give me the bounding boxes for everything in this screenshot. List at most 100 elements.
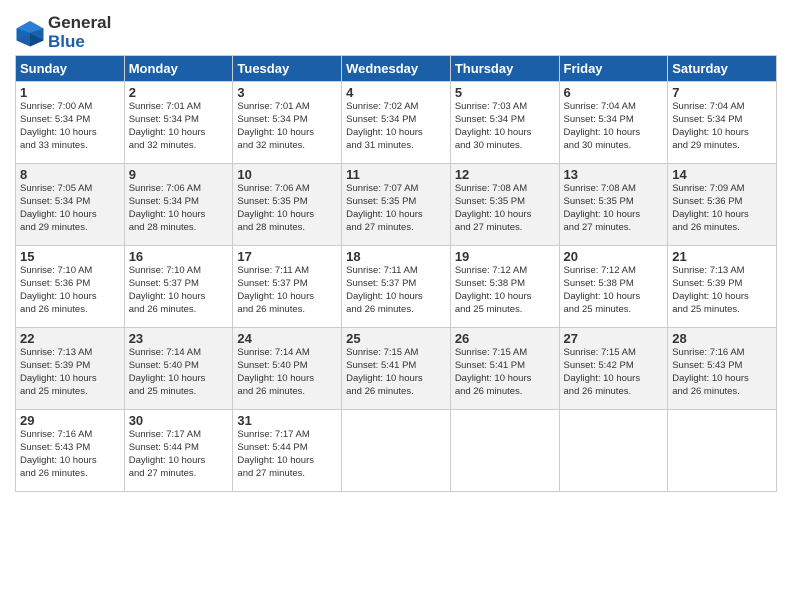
calendar-cell: 17Sunrise: 7:11 AMSunset: 5:37 PMDayligh… <box>233 246 342 328</box>
calendar-cell: 3Sunrise: 7:01 AMSunset: 5:34 PMDaylight… <box>233 82 342 164</box>
calendar-week-row: 22Sunrise: 7:13 AMSunset: 5:39 PMDayligh… <box>16 328 777 410</box>
calendar-cell: 1Sunrise: 7:00 AMSunset: 5:34 PMDaylight… <box>16 82 125 164</box>
calendar-cell: 9Sunrise: 7:06 AMSunset: 5:34 PMDaylight… <box>124 164 233 246</box>
cell-content: Sunrise: 7:06 AMSunset: 5:35 PMDaylight:… <box>237 183 337 234</box>
calendar-cell: 13Sunrise: 7:08 AMSunset: 5:35 PMDayligh… <box>559 164 668 246</box>
weekday-header: Friday <box>559 56 668 82</box>
weekday-header: Saturday <box>668 56 777 82</box>
cell-content: Sunrise: 7:12 AMSunset: 5:38 PMDaylight:… <box>564 265 664 316</box>
calendar-cell: 31Sunrise: 7:17 AMSunset: 5:44 PMDayligh… <box>233 410 342 492</box>
day-number: 2 <box>129 85 229 100</box>
day-number: 9 <box>129 167 229 182</box>
cell-content: Sunrise: 7:02 AMSunset: 5:34 PMDaylight:… <box>346 101 446 152</box>
day-number: 23 <box>129 331 229 346</box>
day-number: 16 <box>129 249 229 264</box>
calendar-cell: 16Sunrise: 7:10 AMSunset: 5:37 PMDayligh… <box>124 246 233 328</box>
calendar-week-row: 1Sunrise: 7:00 AMSunset: 5:34 PMDaylight… <box>16 82 777 164</box>
logo: General Blue <box>15 14 111 51</box>
calendar-cell: 25Sunrise: 7:15 AMSunset: 5:41 PMDayligh… <box>342 328 451 410</box>
weekday-header: Tuesday <box>233 56 342 82</box>
day-number: 19 <box>455 249 555 264</box>
day-number: 8 <box>20 167 120 182</box>
cell-content: Sunrise: 7:15 AMSunset: 5:41 PMDaylight:… <box>346 347 446 398</box>
cell-content: Sunrise: 7:14 AMSunset: 5:40 PMDaylight:… <box>129 347 229 398</box>
calendar-cell <box>668 410 777 492</box>
cell-content: Sunrise: 7:04 AMSunset: 5:34 PMDaylight:… <box>672 101 772 152</box>
calendar-cell: 22Sunrise: 7:13 AMSunset: 5:39 PMDayligh… <box>16 328 125 410</box>
weekday-header: Sunday <box>16 56 125 82</box>
logo-icon <box>15 18 45 48</box>
cell-content: Sunrise: 7:14 AMSunset: 5:40 PMDaylight:… <box>237 347 337 398</box>
calendar-cell: 21Sunrise: 7:13 AMSunset: 5:39 PMDayligh… <box>668 246 777 328</box>
calendar-cell: 27Sunrise: 7:15 AMSunset: 5:42 PMDayligh… <box>559 328 668 410</box>
cell-content: Sunrise: 7:15 AMSunset: 5:41 PMDaylight:… <box>455 347 555 398</box>
calendar-table: SundayMondayTuesdayWednesdayThursdayFrid… <box>15 55 777 492</box>
day-number: 20 <box>564 249 664 264</box>
cell-content: Sunrise: 7:07 AMSunset: 5:35 PMDaylight:… <box>346 183 446 234</box>
day-number: 27 <box>564 331 664 346</box>
calendar-cell: 8Sunrise: 7:05 AMSunset: 5:34 PMDaylight… <box>16 164 125 246</box>
calendar-cell: 18Sunrise: 7:11 AMSunset: 5:37 PMDayligh… <box>342 246 451 328</box>
cell-content: Sunrise: 7:10 AMSunset: 5:37 PMDaylight:… <box>129 265 229 316</box>
calendar-cell: 11Sunrise: 7:07 AMSunset: 5:35 PMDayligh… <box>342 164 451 246</box>
weekday-header: Monday <box>124 56 233 82</box>
calendar-week-row: 29Sunrise: 7:16 AMSunset: 5:43 PMDayligh… <box>16 410 777 492</box>
cell-content: Sunrise: 7:01 AMSunset: 5:34 PMDaylight:… <box>237 101 337 152</box>
cell-content: Sunrise: 7:16 AMSunset: 5:43 PMDaylight:… <box>20 429 120 480</box>
cell-content: Sunrise: 7:09 AMSunset: 5:36 PMDaylight:… <box>672 183 772 234</box>
calendar-week-row: 15Sunrise: 7:10 AMSunset: 5:36 PMDayligh… <box>16 246 777 328</box>
cell-content: Sunrise: 7:11 AMSunset: 5:37 PMDaylight:… <box>237 265 337 316</box>
cell-content: Sunrise: 7:13 AMSunset: 5:39 PMDaylight:… <box>672 265 772 316</box>
cell-content: Sunrise: 7:13 AMSunset: 5:39 PMDaylight:… <box>20 347 120 398</box>
calendar-cell: 2Sunrise: 7:01 AMSunset: 5:34 PMDaylight… <box>124 82 233 164</box>
day-number: 11 <box>346 167 446 182</box>
day-number: 10 <box>237 167 337 182</box>
cell-content: Sunrise: 7:08 AMSunset: 5:35 PMDaylight:… <box>455 183 555 234</box>
calendar-cell: 7Sunrise: 7:04 AMSunset: 5:34 PMDaylight… <box>668 82 777 164</box>
calendar-cell: 29Sunrise: 7:16 AMSunset: 5:43 PMDayligh… <box>16 410 125 492</box>
calendar-cell: 19Sunrise: 7:12 AMSunset: 5:38 PMDayligh… <box>450 246 559 328</box>
day-number: 28 <box>672 331 772 346</box>
cell-content: Sunrise: 7:01 AMSunset: 5:34 PMDaylight:… <box>129 101 229 152</box>
day-number: 21 <box>672 249 772 264</box>
weekday-header: Wednesday <box>342 56 451 82</box>
cell-content: Sunrise: 7:00 AMSunset: 5:34 PMDaylight:… <box>20 101 120 152</box>
page-container: General Blue SundayMondayTuesdayWednesda… <box>0 0 792 500</box>
calendar-cell <box>559 410 668 492</box>
calendar-cell: 24Sunrise: 7:14 AMSunset: 5:40 PMDayligh… <box>233 328 342 410</box>
day-number: 3 <box>237 85 337 100</box>
weekday-header: Thursday <box>450 56 559 82</box>
day-number: 22 <box>20 331 120 346</box>
cell-content: Sunrise: 7:15 AMSunset: 5:42 PMDaylight:… <box>564 347 664 398</box>
calendar-cell: 28Sunrise: 7:16 AMSunset: 5:43 PMDayligh… <box>668 328 777 410</box>
cell-content: Sunrise: 7:11 AMSunset: 5:37 PMDaylight:… <box>346 265 446 316</box>
cell-content: Sunrise: 7:17 AMSunset: 5:44 PMDaylight:… <box>237 429 337 480</box>
cell-content: Sunrise: 7:05 AMSunset: 5:34 PMDaylight:… <box>20 183 120 234</box>
calendar-cell: 23Sunrise: 7:14 AMSunset: 5:40 PMDayligh… <box>124 328 233 410</box>
cell-content: Sunrise: 7:06 AMSunset: 5:34 PMDaylight:… <box>129 183 229 234</box>
calendar-cell: 12Sunrise: 7:08 AMSunset: 5:35 PMDayligh… <box>450 164 559 246</box>
cell-content: Sunrise: 7:16 AMSunset: 5:43 PMDaylight:… <box>672 347 772 398</box>
day-number: 12 <box>455 167 555 182</box>
cell-content: Sunrise: 7:08 AMSunset: 5:35 PMDaylight:… <box>564 183 664 234</box>
calendar-cell: 4Sunrise: 7:02 AMSunset: 5:34 PMDaylight… <box>342 82 451 164</box>
day-number: 6 <box>564 85 664 100</box>
cell-content: Sunrise: 7:03 AMSunset: 5:34 PMDaylight:… <box>455 101 555 152</box>
calendar-cell <box>342 410 451 492</box>
day-number: 14 <box>672 167 772 182</box>
day-number: 31 <box>237 413 337 428</box>
day-number: 1 <box>20 85 120 100</box>
header: General Blue <box>15 10 777 51</box>
cell-content: Sunrise: 7:12 AMSunset: 5:38 PMDaylight:… <box>455 265 555 316</box>
day-number: 13 <box>564 167 664 182</box>
day-number: 5 <box>455 85 555 100</box>
day-number: 4 <box>346 85 446 100</box>
calendar-cell: 20Sunrise: 7:12 AMSunset: 5:38 PMDayligh… <box>559 246 668 328</box>
day-number: 24 <box>237 331 337 346</box>
calendar-header-row: SundayMondayTuesdayWednesdayThursdayFrid… <box>16 56 777 82</box>
day-number: 25 <box>346 331 446 346</box>
calendar-cell: 10Sunrise: 7:06 AMSunset: 5:35 PMDayligh… <box>233 164 342 246</box>
cell-content: Sunrise: 7:10 AMSunset: 5:36 PMDaylight:… <box>20 265 120 316</box>
calendar-cell: 30Sunrise: 7:17 AMSunset: 5:44 PMDayligh… <box>124 410 233 492</box>
day-number: 17 <box>237 249 337 264</box>
